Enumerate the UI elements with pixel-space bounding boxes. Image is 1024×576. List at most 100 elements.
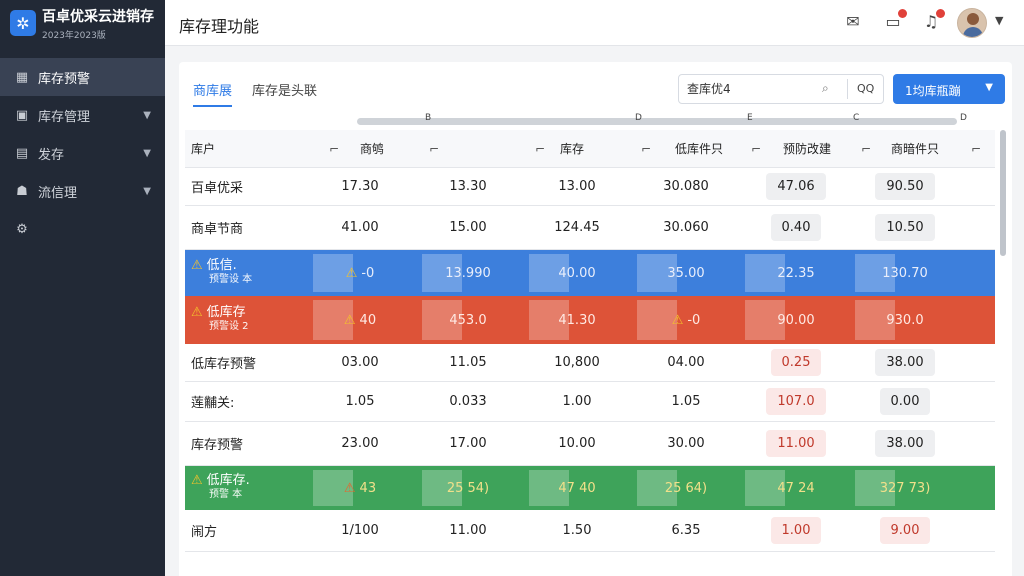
search-icon[interactable]: ⌕ xyxy=(822,81,829,96)
search-divider xyxy=(847,79,848,99)
mail-icon[interactable]: ✉ xyxy=(843,12,863,32)
value-cell[interactable]: 10.00 xyxy=(537,422,617,465)
value-cell[interactable]: 15.00 xyxy=(428,206,508,249)
column-filter-icon[interactable]: ⌐ xyxy=(429,130,439,167)
value-cell[interactable]: 30.00 xyxy=(646,422,726,465)
value-cell[interactable]: 11.05 xyxy=(428,344,508,381)
column-filter-icon[interactable]: ⌐ xyxy=(329,130,339,167)
action-dropdown-button[interactable]: 1均库瓶蹦 ▼ xyxy=(893,74,1005,104)
sidebar-item-1[interactable]: ▦ 库存预警 xyxy=(0,58,165,96)
table-row[interactable]: ⚠ 低信. 预警设 本 ⚠ -0 13.990 40.00 35.00 22.35 130.70 xyxy=(185,250,995,296)
column-filter-icon[interactable]: ⌐ xyxy=(535,130,545,167)
value-cell[interactable]: 453.0 xyxy=(428,296,508,344)
value-cell[interactable]: 40.00 xyxy=(537,250,617,296)
brand: ✲ 百卓优采云进销存 2023年2023版 xyxy=(0,0,165,46)
table-row[interactable]: 低库存预警 03.00 11.05 10,800 04.00 0.25 38.00 xyxy=(185,344,995,382)
column-header[interactable]: 商暗件只 xyxy=(891,130,939,167)
value-cell[interactable]: 0.033 xyxy=(428,382,508,421)
vertical-scrollbar[interactable] xyxy=(1000,130,1006,256)
column-header[interactable]: 库存 xyxy=(560,130,584,167)
value-cell[interactable]: 1.05 xyxy=(646,382,726,421)
table-row[interactable]: ⚠ 低库存 预警设 2 ⚠ 40 453.0 41.30 ⚠ -0 90.00 930.0 xyxy=(185,296,995,344)
value-cell[interactable]: 0.00 xyxy=(865,382,945,421)
column-header[interactable]: 商鸲 xyxy=(360,130,384,167)
value-cell[interactable]: 1.00 xyxy=(756,510,836,551)
value-cell[interactable]: 1.00 xyxy=(537,382,617,421)
value-cell[interactable]: 930.0 xyxy=(865,296,945,344)
value-cell[interactable]: ⚠ -0 xyxy=(646,296,726,344)
column-header[interactable]: 预防改建 xyxy=(783,130,831,167)
warning-icon: ⚠ xyxy=(191,473,203,488)
column-filter-icon[interactable]: ⌐ xyxy=(751,130,761,167)
value-cell[interactable]: 0.25 xyxy=(756,344,836,381)
value-cell[interactable]: 47 40 xyxy=(537,466,617,510)
value-cell[interactable]: 17.30 xyxy=(320,168,400,205)
value-cell[interactable]: ⚠ 40 xyxy=(320,296,400,344)
value-cell[interactable]: 13.990 xyxy=(428,250,508,296)
value-cell[interactable]: 1.50 xyxy=(537,510,617,551)
value-cell[interactable]: 130.70 xyxy=(865,250,945,296)
tab-2[interactable]: 库存是头联 xyxy=(252,80,317,107)
value-cell[interactable]: 13.30 xyxy=(428,168,508,205)
value-cell[interactable]: 38.00 xyxy=(865,422,945,465)
column-filter-icon[interactable]: ⌐ xyxy=(641,130,651,167)
value-cell[interactable]: 04.00 xyxy=(646,344,726,381)
column-header[interactable]: 低库件只 xyxy=(675,130,723,167)
table-row[interactable]: 百卓优采 17.30 13.30 13.00 30.080 47.06 90.50 xyxy=(185,168,995,206)
value-cell[interactable]: ⚠ -0 xyxy=(320,250,400,296)
value-cell[interactable]: 17.00 xyxy=(428,422,508,465)
table-row[interactable]: ⚠ 低库存. 预警 本 ⚠ 43 25 54) 47 40 25 64) 47 24 327 73… xyxy=(185,466,995,510)
value-cell[interactable]: 30.080 xyxy=(646,168,726,205)
value-cell[interactable]: 25 64) xyxy=(646,466,726,510)
value-cell[interactable]: 41.00 xyxy=(320,206,400,249)
value-cell[interactable]: 10.50 xyxy=(865,206,945,249)
table-row[interactable]: 商卓节商 41.00 15.00 124.45 30.060 0.40 10.50 xyxy=(185,206,995,250)
value-cell[interactable]: 23.00 xyxy=(320,422,400,465)
value-cell[interactable]: 1.05 xyxy=(320,382,400,421)
value-cell[interactable]: 10,800 xyxy=(537,344,617,381)
value-cell[interactable]: 90.00 xyxy=(756,296,836,344)
column-filter-icon[interactable]: ⌐ xyxy=(861,130,871,167)
value-cell[interactable]: 90.50 xyxy=(865,168,945,205)
message-icon[interactable]: ▭ xyxy=(883,9,907,32)
value-cell[interactable]: 38.00 xyxy=(865,344,945,381)
value-cell[interactable]: 11.00 xyxy=(428,510,508,551)
value-cell[interactable]: 35.00 xyxy=(646,250,726,296)
sidebar-item-4[interactable]: ☗ 流信理 ▼ xyxy=(0,172,165,210)
column-header[interactable]: 库户 xyxy=(191,130,215,167)
chevron-down-icon[interactable]: ▼ xyxy=(995,14,1003,27)
sidebar-item-5[interactable]: ⚙ xyxy=(0,210,165,248)
value-cell[interactable]: 47 24 xyxy=(756,466,836,510)
value-cell[interactable]: 6.35 xyxy=(646,510,726,551)
value-cell[interactable]: 41.30 xyxy=(537,296,617,344)
value-cell[interactable]: 03.00 xyxy=(320,344,400,381)
column-filter-icon[interactable]: ⌐ xyxy=(971,130,981,167)
avatar[interactable] xyxy=(957,8,987,38)
tab-1[interactable]: 商库展 xyxy=(193,80,233,107)
qq-label[interactable]: QQ xyxy=(857,82,874,95)
table-row[interactable]: 闹方 1/100 11.00 1.50 6.35 1.00 9.00 xyxy=(185,510,995,552)
table-row[interactable]: 库存预警 23.00 17.00 10.00 30.00 11.00 38.00 xyxy=(185,422,995,466)
value-cell[interactable]: 9.00 xyxy=(865,510,945,551)
chevron-down-icon: ▼ xyxy=(143,109,151,121)
value-cell[interactable]: ⚠ 43 xyxy=(320,466,400,510)
sidebar-item-2[interactable]: ▣ 库存管理 ▼ xyxy=(0,96,165,134)
cell-value: 38.00 xyxy=(875,430,935,457)
value-cell[interactable]: 13.00 xyxy=(537,168,617,205)
ruler-bar[interactable] xyxy=(357,118,957,125)
value-cell[interactable]: 11.00 xyxy=(756,422,836,465)
table-row[interactable]: 莲黼关: 1.05 0.033 1.00 1.05 107.0 0.00 xyxy=(185,382,995,422)
value-cell[interactable]: 25 54) xyxy=(428,466,508,510)
value-cell[interactable]: 0.40 xyxy=(756,206,836,249)
value-cell[interactable]: 47.06 xyxy=(756,168,836,205)
value-cell[interactable]: 1/100 xyxy=(320,510,400,551)
value-cell[interactable]: 124.45 xyxy=(537,206,617,249)
sidebar-item-3[interactable]: ▤ 发存 ▼ xyxy=(0,134,165,172)
value-cell[interactable]: 30.060 xyxy=(646,206,726,249)
bell-icon[interactable]: ♫ xyxy=(921,9,945,32)
cell-value: 25 54) xyxy=(446,480,490,496)
value-cell[interactable]: 327 73) xyxy=(865,466,945,510)
search-input[interactable] xyxy=(687,81,817,95)
value-cell[interactable]: 22.35 xyxy=(756,250,836,296)
value-cell[interactable]: 107.0 xyxy=(756,382,836,421)
